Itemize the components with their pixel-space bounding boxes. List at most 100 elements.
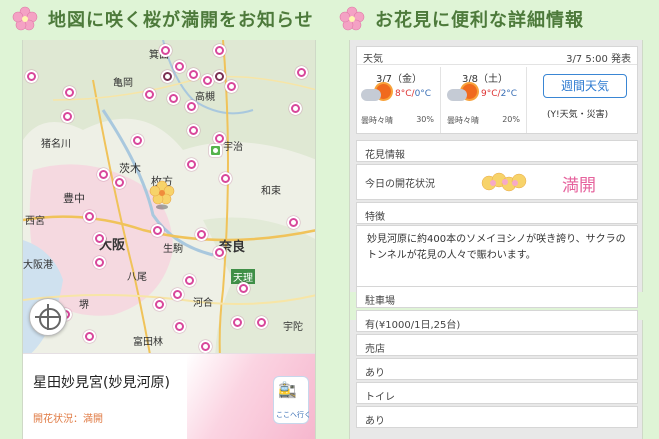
detail-info: 天気 3/7 5:00 発表 3/7（金） 8°C/0°C 曇時々晴 30% 3… bbox=[349, 40, 644, 439]
toilet-header: トイレ bbox=[356, 382, 638, 404]
sakura-pin[interactable] bbox=[151, 224, 164, 237]
bloom-status-label: 今日の開花状況 bbox=[365, 179, 435, 190]
sakura-pin[interactable] bbox=[61, 110, 74, 123]
map-label: 西宮 bbox=[25, 216, 45, 227]
toilet-value: あり bbox=[356, 406, 638, 428]
parking-value: 有(¥1000/1日,25台) bbox=[356, 310, 638, 332]
map-label: 生駒 bbox=[163, 244, 183, 255]
weather-title: 天気 bbox=[363, 54, 383, 65]
map-label: 猪名川 bbox=[41, 139, 71, 150]
spot-status: 開花状況：満開 bbox=[33, 414, 103, 425]
weather-date: 3/7（金） bbox=[375, 74, 423, 85]
weather-issued: 3/7 5:00 発表 bbox=[566, 54, 631, 65]
bloom-info-header: 花見情報 bbox=[356, 140, 638, 162]
sakura-pin[interactable] bbox=[131, 134, 144, 147]
selected-spot-marker[interactable] bbox=[149, 180, 175, 210]
feature-header: 特徴 bbox=[356, 202, 638, 224]
left-header: 地図に咲く桜が満開をお知らせ bbox=[6, 0, 326, 38]
weather-section: 天気 3/7 5:00 発表 3/7（金） 8°C/0°C 曇時々晴 30% 3… bbox=[356, 46, 638, 134]
map-label: 高槻 bbox=[195, 92, 215, 103]
parking-header: 駐車場 bbox=[356, 286, 638, 308]
blossom-icon bbox=[481, 172, 527, 192]
sakura-pin[interactable] bbox=[153, 298, 166, 311]
sakura-pin[interactable] bbox=[213, 246, 226, 259]
sakura-pin[interactable] bbox=[83, 210, 96, 223]
sakura-pin[interactable] bbox=[185, 100, 198, 113]
sakura-pin[interactable] bbox=[93, 232, 106, 245]
sakura-pin[interactable] bbox=[83, 330, 96, 343]
sakura-pin[interactable] bbox=[199, 340, 212, 353]
sakura-icon bbox=[339, 6, 365, 31]
sakura-pin[interactable] bbox=[295, 66, 308, 79]
sakura-pin[interactable] bbox=[231, 316, 244, 329]
right-panel: お花見に便利な詳細情報 天気 3/7 5:00 発表 3/7（金） 8°C/0°… bbox=[333, 0, 653, 439]
sakura-pin[interactable] bbox=[183, 274, 196, 287]
feature-text: 妙見河原に約400本のソメイヨシノが咲き誇り、サクラのトンネルが花見の人々で賑わ… bbox=[356, 225, 638, 289]
right-header-title: お花見に便利な詳細情報 bbox=[375, 10, 584, 31]
map-label: 亀岡 bbox=[113, 78, 133, 89]
screenshot-frame: 地図に咲く桜が満開をお知らせ 亀岡 箕面 高槻 猪名川 豊中 茨木 宇治 和束 … bbox=[0, 0, 659, 439]
map-label: 豊中 bbox=[63, 192, 85, 205]
map-label: 堺 bbox=[79, 300, 89, 311]
sakura-pin[interactable] bbox=[287, 216, 300, 229]
bloom-status-row: 今日の開花状況 満開 bbox=[356, 164, 638, 200]
sakura-pin[interactable] bbox=[63, 86, 76, 99]
sakura-pin[interactable] bbox=[173, 320, 186, 333]
sakura-pin[interactable] bbox=[187, 68, 200, 81]
weather-date: 3/8（土） bbox=[461, 74, 509, 85]
cloud-icon bbox=[447, 89, 467, 101]
weather-day: 3/7（金） 8°C/0°C 曇時々晴 30% bbox=[357, 67, 441, 133]
cloud-icon bbox=[361, 89, 381, 101]
sakura-pin[interactable] bbox=[187, 124, 200, 137]
sakura-pin[interactable] bbox=[185, 158, 198, 171]
sakura-pin[interactable] bbox=[159, 44, 172, 57]
map-view[interactable]: 亀岡 箕面 高槻 猪名川 豊中 茨木 枚方 宇治 和束 西宮 大阪 生駒 奈良 … bbox=[22, 40, 316, 439]
sakura-pin[interactable] bbox=[143, 88, 156, 101]
train-walk-icon: 🚉 bbox=[278, 381, 297, 399]
map-label: 宇陀 bbox=[283, 322, 303, 333]
sakura-pin[interactable] bbox=[173, 60, 186, 73]
map-label: 和束 bbox=[261, 186, 281, 197]
sakura-pin[interactable] bbox=[97, 168, 110, 181]
shop-value: あり bbox=[356, 358, 638, 380]
current-location-button[interactable] bbox=[29, 298, 67, 336]
sakura-pin[interactable] bbox=[167, 92, 180, 105]
sakura-pin[interactable] bbox=[195, 228, 208, 241]
map-label: 大阪港 bbox=[23, 260, 53, 271]
weather-precip: 30% bbox=[416, 115, 434, 124]
sakura-pin[interactable] bbox=[219, 172, 232, 185]
sakura-pin[interactable] bbox=[93, 256, 106, 269]
weather-alert-link[interactable]: (Y!天気・災害) bbox=[547, 107, 608, 120]
weather-desc: 曇時々晴 bbox=[447, 116, 479, 125]
sakura-pin[interactable] bbox=[289, 102, 302, 115]
weekly-weather-button[interactable]: 週間天気 bbox=[543, 74, 627, 98]
bloom-status-value: 満開 bbox=[562, 176, 596, 196]
weather-temp: 8°C/0°C bbox=[395, 89, 432, 99]
map-label: 富田林 bbox=[133, 337, 163, 348]
map-label: 八尾 bbox=[127, 272, 147, 283]
left-panel: 地図に咲く桜が満開をお知らせ 亀岡 箕面 高槻 猪名川 豊中 茨木 宇治 和束 … bbox=[6, 0, 326, 439]
right-header: お花見に便利な詳細情報 bbox=[333, 0, 653, 38]
weather-precip: 20% bbox=[502, 115, 520, 124]
shop-header: 売店 bbox=[356, 334, 638, 356]
sakura-pin[interactable] bbox=[25, 70, 38, 83]
spot-card[interactable]: 星田妙見宮(妙見河原) 開花状況：満開 🚉 ここへ行く bbox=[23, 353, 315, 439]
sakura-pin[interactable] bbox=[213, 44, 226, 57]
sakura-pin[interactable] bbox=[225, 80, 238, 93]
weather-day: 3/8（土） 9°C/2°C 曇時々晴 20% bbox=[443, 67, 527, 133]
route-button-label: ここへ行く bbox=[276, 411, 311, 419]
sakura-pin[interactable] bbox=[113, 176, 126, 189]
map-label: 宇治 bbox=[223, 142, 243, 153]
spot-name: 星田妙見宮(妙見河原) bbox=[33, 375, 170, 391]
map-label: 河合 bbox=[193, 298, 213, 309]
sakura-pin[interactable] bbox=[171, 288, 184, 301]
weather-header: 天気 3/7 5:00 発表 bbox=[357, 47, 637, 65]
sakura-pin[interactable] bbox=[213, 70, 226, 83]
weather-desc: 曇時々晴 bbox=[361, 116, 393, 125]
sakura-pin[interactable] bbox=[255, 316, 268, 329]
route-button[interactable]: 🚉 ここへ行く bbox=[273, 376, 311, 424]
left-header-title: 地図に咲く桜が満開をお知らせ bbox=[48, 10, 314, 31]
sakura-pin[interactable] bbox=[237, 282, 250, 295]
station-pin[interactable] bbox=[209, 144, 222, 157]
sakura-pin[interactable] bbox=[161, 70, 174, 83]
